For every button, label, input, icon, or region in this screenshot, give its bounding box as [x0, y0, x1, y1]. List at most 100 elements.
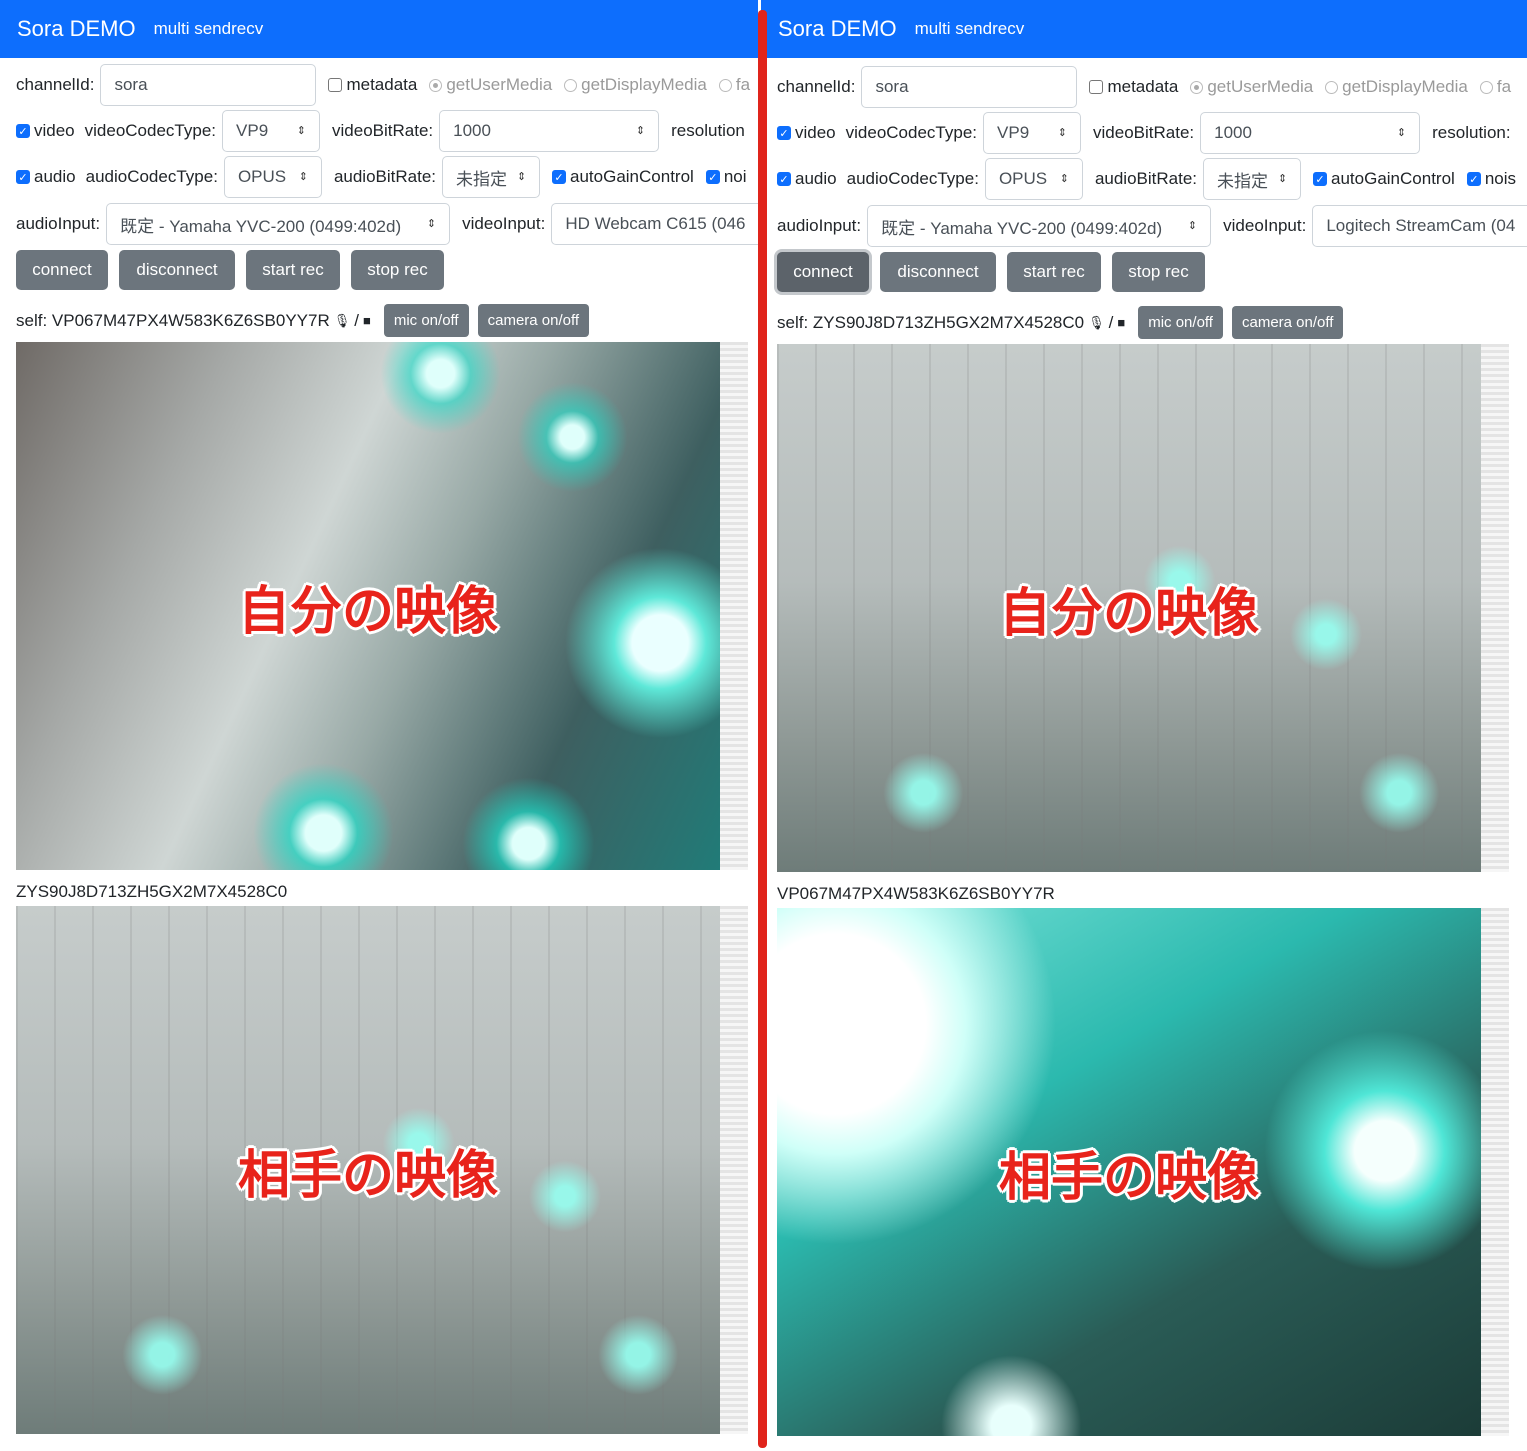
video-bitrate-label: videoBitRate:	[332, 121, 434, 140]
check-icon[interactable]: ✓	[16, 124, 30, 138]
audio-row: ✓ audio audioCodecType: OPUS ⇕ audioBitRat…	[16, 156, 758, 198]
radio-dot[interactable]	[1325, 80, 1339, 94]
check-icon[interactable]: ✓	[1466, 172, 1481, 186]
agc-checkbox[interactable]: ✓ autoGainControl	[552, 167, 694, 187]
metadata-label: metadata	[346, 75, 418, 94]
audio-bitrate-label: audioBitRate:	[333, 167, 437, 186]
video-bitrate-label: videoBitRate:	[1093, 123, 1195, 142]
check-icon[interactable]: ✓	[16, 170, 30, 184]
check-icon[interactable]: ✓	[705, 170, 720, 184]
radio-getdisplaymedia[interactable]: getDisplayMedia	[1325, 77, 1468, 97]
check-icon[interactable]: ✓	[1313, 172, 1328, 186]
self-separator: /	[354, 310, 359, 330]
checkbox-box[interactable]	[328, 78, 343, 92]
metadata-checkbox[interactable]: metadata	[328, 75, 417, 95]
button-row: connect disconnect start rec stop rec	[16, 250, 455, 290]
video-bitrate-select[interactable]: 1000 ⇕	[439, 110, 660, 152]
start-rec-button[interactable]: start rec	[246, 250, 340, 290]
connect-button[interactable]: connect	[16, 250, 108, 290]
chevron-updown-icon: ⇕	[1396, 126, 1407, 139]
video-input-label: videoInput:	[462, 214, 546, 233]
radio-extra[interactable]: fa	[718, 75, 750, 95]
radio-extra-label: fa	[1496, 77, 1512, 96]
video-checkbox[interactable]: ✓ video	[16, 121, 75, 141]
video-codec-select[interactable]: VP9 ⇕	[222, 110, 321, 152]
noise-checkbox[interactable]: ✓ noi	[705, 167, 747, 187]
video-bitrate-value: 1000	[453, 121, 491, 140]
agc-checkbox[interactable]: ✓ autoGainControl	[1313, 169, 1455, 189]
remote-video-annotation: 相手の映像	[237, 1145, 498, 1206]
audio-codec-select[interactable]: OPUS ⇕	[223, 156, 322, 198]
video-camera-icon: ■	[362, 313, 371, 328]
video-scroll-stripe	[720, 906, 748, 1434]
audio-bitrate-select[interactable]: 未指定 ⇕	[1203, 158, 1302, 200]
audio-codec-select[interactable]: OPUS ⇕	[984, 158, 1083, 200]
audio-bitrate-select[interactable]: 未指定 ⇕	[442, 156, 541, 198]
video-bitrate-select[interactable]: 1000 ⇕	[1200, 112, 1421, 154]
stop-rec-button[interactable]: stop rec	[1112, 252, 1205, 292]
radio-dot[interactable]	[1190, 80, 1204, 94]
disconnect-button[interactable]: disconnect	[880, 252, 996, 292]
browser-window-right: Sora DEMO multi sendrecv channelId: sora…	[761, 0, 1527, 1451]
metadata-label: metadata	[1107, 77, 1179, 96]
stop-rec-button[interactable]: stop rec	[351, 250, 444, 290]
red-divider-line	[758, 10, 767, 1448]
video-label: video	[795, 123, 836, 142]
video-input-select[interactable]: HD Webcam C615 (046	[551, 203, 758, 245]
checkbox-box[interactable]	[1089, 80, 1104, 94]
audio-input-select[interactable]: 既定 - Yamaha YVC-200 (0499:402d) ⇕	[106, 203, 451, 245]
channel-input[interactable]: sora	[861, 66, 1078, 108]
check-icon[interactable]: ✓	[777, 126, 791, 140]
audio-bitrate-value: 未指定	[1217, 171, 1269, 191]
check-icon[interactable]: ✓	[777, 172, 791, 186]
self-video: 自分の映像	[16, 342, 748, 870]
camera-toggle-button[interactable]: camera on/off	[1231, 306, 1344, 339]
navbar: Sora DEMO multi sendrecv	[761, 0, 1527, 58]
channel-label: channelId:	[16, 75, 95, 94]
radio-dot[interactable]	[718, 78, 732, 92]
channel-row: channelId: sora metadata getUserMedia ge…	[777, 66, 1523, 108]
radio-getusermedia[interactable]: getUserMedia	[429, 75, 552, 95]
agc-label: autoGainControl	[1331, 169, 1455, 188]
radio-getusermedia[interactable]: getUserMedia	[1190, 77, 1313, 97]
self-video-annotation: 自分の映像	[998, 583, 1259, 644]
radio-extra[interactable]: fa	[1479, 77, 1512, 97]
video-codec-select[interactable]: VP9 ⇕	[983, 112, 1082, 154]
microphone-icon: 🎙	[333, 312, 351, 328]
audio-checkbox[interactable]: ✓ audio	[777, 169, 837, 189]
noise-checkbox[interactable]: ✓ nois	[1466, 169, 1516, 189]
audio-checkbox[interactable]: ✓ audio	[16, 167, 76, 187]
video-codec-label: videoCodecType:	[84, 121, 217, 140]
radio-getusermedia-label: getUserMedia	[1207, 77, 1314, 96]
mic-toggle-button[interactable]: mic on/off	[1138, 306, 1223, 339]
channel-row: channelId: sora metadata getUserMedia ge…	[16, 64, 758, 106]
metadata-checkbox[interactable]: metadata	[1089, 77, 1178, 97]
video-scroll-stripe	[1481, 344, 1509, 872]
mic-toggle-button[interactable]: mic on/off	[383, 304, 469, 337]
chevron-updown-icon: ⇕	[298, 170, 308, 183]
radio-getdisplaymedia-label: getDisplayMedia	[1342, 77, 1468, 96]
audio-input-select[interactable]: 既定 - Yamaha YVC-200 (0499:402d) ⇕	[867, 205, 1212, 247]
radio-dot[interactable]	[429, 78, 443, 92]
channel-label: channelId:	[777, 77, 856, 96]
camera-toggle-button[interactable]: camera on/off	[477, 304, 590, 337]
navbar-brand[interactable]: Sora DEMO	[778, 16, 897, 42]
radio-dot[interactable]	[1479, 80, 1493, 94]
remote-id-label: VP067M47PX4W583K6Z6SB0YY7R	[777, 884, 1055, 903]
video-input-select[interactable]: Logitech StreamCam (04	[1312, 205, 1527, 247]
start-rec-button[interactable]: start rec	[1007, 252, 1101, 292]
radio-getdisplaymedia[interactable]: getDisplayMedia	[564, 75, 707, 95]
audio-bitrate-value: 未指定	[456, 169, 508, 189]
video-checkbox[interactable]: ✓ video	[777, 123, 836, 143]
channel-input[interactable]: sora	[100, 64, 317, 106]
resolution-label: resolution	[671, 121, 745, 140]
audio-codec-value: OPUS	[998, 169, 1048, 188]
disconnect-button[interactable]: disconnect	[119, 250, 235, 290]
connect-button[interactable]: connect	[777, 252, 869, 292]
navbar-brand[interactable]: Sora DEMO	[17, 16, 136, 42]
self-video-annotation: 自分の映像	[237, 581, 498, 642]
check-icon[interactable]: ✓	[552, 170, 567, 184]
remote-video-annotation: 相手の映像	[998, 1147, 1259, 1208]
radio-dot[interactable]	[564, 78, 578, 92]
remote-video: 相手の映像	[16, 906, 748, 1434]
